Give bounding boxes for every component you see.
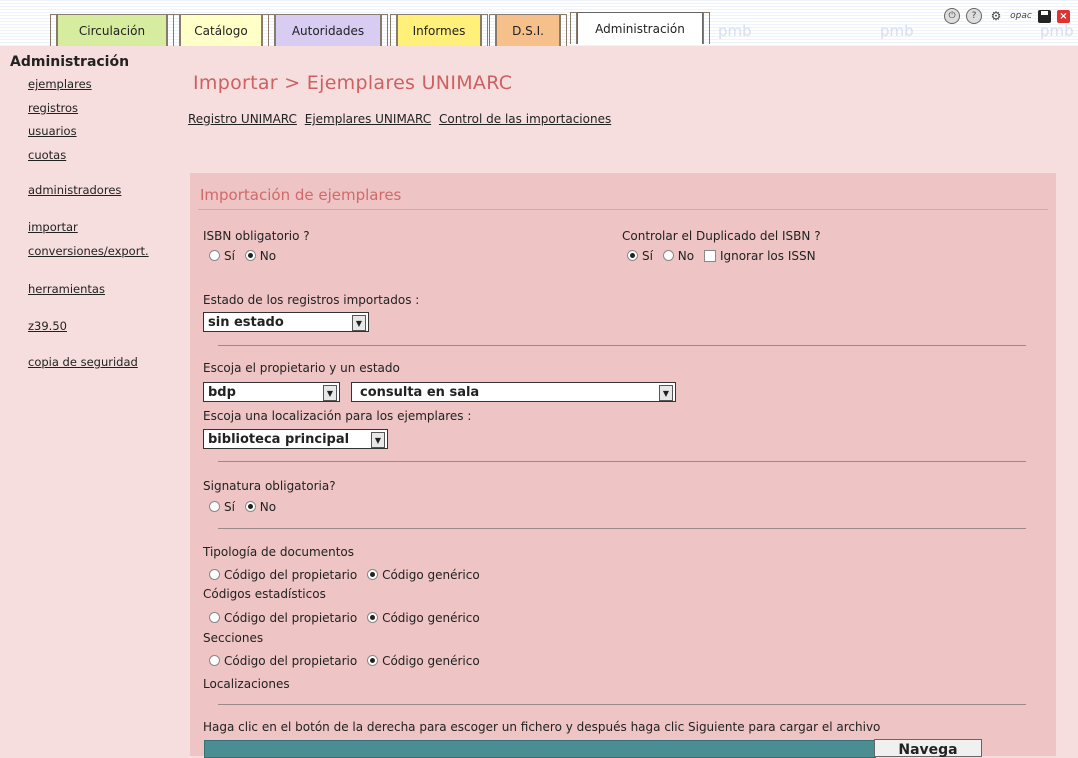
location-select[interactable]: biblioteca principal ▼	[203, 429, 388, 449]
tab-catalogo[interactable]: Catálogo	[173, 14, 269, 46]
ignore-issn-checkbox[interactable]	[703, 249, 716, 262]
tab-dsi[interactable]: D.S.I.	[489, 14, 567, 46]
codigos-generic-label: Código genérico	[382, 611, 480, 625]
owner-state-select[interactable]: consulta en sala ▼	[351, 382, 676, 402]
sidebar-item-ejemplares[interactable]: ejemplares	[28, 77, 92, 91]
chevron-down-icon: ▼	[352, 315, 366, 331]
isbn-yes-radio[interactable]	[209, 250, 220, 261]
top-tab-bar: pmb pmb pmb Circulación Catálogo Autorid…	[0, 0, 1078, 46]
dup-yes-radio[interactable]	[627, 250, 638, 261]
tipologia-owner-label: Código del propietario	[224, 568, 358, 582]
isbn-label: ISBN obligatorio ?	[203, 229, 310, 243]
sidebar-heading: Administración	[10, 54, 130, 70]
owner-label: Escoja el propietario y un estado	[203, 361, 400, 375]
top-icons: ⏻ ? ⚙ opac ×	[944, 8, 1070, 24]
location-label: Escoja una localización para los ejempla…	[203, 409, 472, 423]
dup-yes-label: Sí	[642, 249, 653, 263]
secciones-generic-label: Código genérico	[382, 654, 480, 668]
watermark: pmb	[1040, 22, 1074, 40]
import-form-panel: Importación de ejemplares ISBN obligator…	[190, 173, 1056, 758]
isbn-no-label: No	[259, 249, 277, 263]
dup-isbn-label: Controlar el Duplicado del ISBN ?	[622, 229, 821, 243]
exit-icon[interactable]: ⏻	[944, 8, 960, 24]
isbn-no-radio[interactable]	[244, 250, 256, 261]
browse-button[interactable]: Navega	[874, 739, 982, 758]
help-icon[interactable]: ?	[966, 8, 982, 24]
file-path-input[interactable]	[204, 740, 876, 758]
sidebar-item-conversiones[interactable]: conversiones/export.	[28, 244, 149, 258]
codigos-options: Código del propietario Código genérico	[209, 611, 480, 625]
localizaciones-label: Localizaciones	[203, 677, 290, 691]
form-title: Importación de ejemplares	[200, 186, 402, 204]
divider	[218, 704, 1026, 705]
ignore-issn-label: Ignorar los ISSN	[719, 249, 816, 263]
tipologia-generic-label: Código genérico	[382, 568, 480, 582]
codigos-owner-radio[interactable]	[209, 612, 220, 623]
sidebar-item-importar[interactable]: importar	[28, 220, 78, 234]
owner-select-value: bdp	[208, 384, 236, 400]
sidebar-item-usuarios[interactable]: usuarios	[28, 124, 77, 138]
secciones-owner-radio[interactable]	[209, 655, 220, 666]
page-title: Importar > Ejemplares UNIMARC	[193, 72, 513, 94]
estado-select-value: sin estado	[208, 314, 284, 330]
estado-label: Estado de los registros importados :	[203, 293, 420, 307]
close-icon[interactable]: ×	[1057, 9, 1070, 23]
chevron-down-icon: ▼	[659, 385, 673, 401]
secciones-generic-radio[interactable]	[367, 655, 379, 666]
tab-circulacion[interactable]: Circulación	[50, 14, 174, 46]
opac-icon[interactable]: opac	[1010, 8, 1032, 24]
watermark: pmb	[880, 22, 914, 40]
tipologia-options: Código del propietario Código genérico	[209, 568, 480, 582]
location-select-value: biblioteca principal	[208, 431, 350, 447]
divider	[218, 345, 1026, 346]
link-ejemplares-unimarc[interactable]: Ejemplares UNIMARC	[305, 112, 431, 126]
secciones-options: Código del propietario Código genérico	[209, 654, 480, 668]
divider	[218, 528, 1026, 529]
watermark: pmb	[718, 22, 752, 40]
sig-no-radio[interactable]	[244, 501, 256, 512]
tipologia-owner-radio[interactable]	[209, 569, 220, 580]
owner-state-select-value: consulta en sala	[360, 384, 480, 400]
chevron-down-icon: ▼	[323, 385, 337, 401]
codigos-generic-radio[interactable]	[367, 612, 379, 623]
dup-isbn-options: Sí No Ignorar los ISSN	[627, 249, 816, 263]
chevron-down-icon: ▼	[371, 432, 385, 448]
sub-navigation: Registro UNIMARC Ejemplares UNIMARC Cont…	[188, 112, 615, 126]
signature-options: Sí No	[209, 500, 276, 514]
dup-no-radio[interactable]	[662, 250, 674, 261]
title-divider	[198, 209, 1048, 210]
codigos-label: Códigos estadísticos	[203, 587, 326, 601]
sidebar-item-cuotas[interactable]: cuotas	[28, 148, 66, 162]
estado-select[interactable]: sin estado ▼	[203, 312, 369, 332]
tipologia-generic-radio[interactable]	[367, 569, 379, 580]
sidebar-item-registros[interactable]: registros	[28, 101, 78, 115]
owner-select[interactable]: bdp ▼	[203, 382, 340, 402]
tab-informes[interactable]: Informes	[390, 14, 488, 46]
sig-no-label: No	[259, 500, 277, 514]
tipologia-label: Tipología de documentos	[203, 545, 355, 559]
sidebar-item-herramientas[interactable]: herramientas	[28, 282, 105, 296]
secciones-label: Secciones	[203, 631, 264, 645]
sidebar-item-administradores[interactable]: administradores	[28, 183, 121, 197]
dup-no-label: No	[677, 249, 695, 263]
sig-yes-radio[interactable]	[209, 501, 220, 512]
isbn-yes-label: Sí	[224, 249, 235, 263]
gear-icon[interactable]: ⚙	[988, 8, 1004, 24]
tab-administracion[interactable]: Administración	[570, 12, 710, 44]
divider	[218, 461, 1026, 462]
sidebar-item-copia-seguridad[interactable]: copia de seguridad	[28, 355, 138, 369]
secciones-owner-label: Código del propietario	[224, 654, 358, 668]
link-control-importaciones[interactable]: Control de las importaciones	[439, 112, 611, 126]
isbn-options: Sí No	[209, 249, 276, 263]
link-registro-unimarc[interactable]: Registro UNIMARC	[188, 112, 297, 126]
signature-label: Signatura obligatoria?	[203, 479, 336, 493]
codigos-owner-label: Código del propietario	[224, 611, 358, 625]
file-instructions: Haga clic en el botón de la derecha para…	[203, 720, 881, 734]
tab-autoridades[interactable]: Autoridades	[268, 14, 388, 46]
save-icon[interactable]	[1038, 9, 1051, 23]
sig-yes-label: Sí	[224, 500, 235, 514]
sidebar-item-z3950[interactable]: z39.50	[28, 319, 67, 333]
